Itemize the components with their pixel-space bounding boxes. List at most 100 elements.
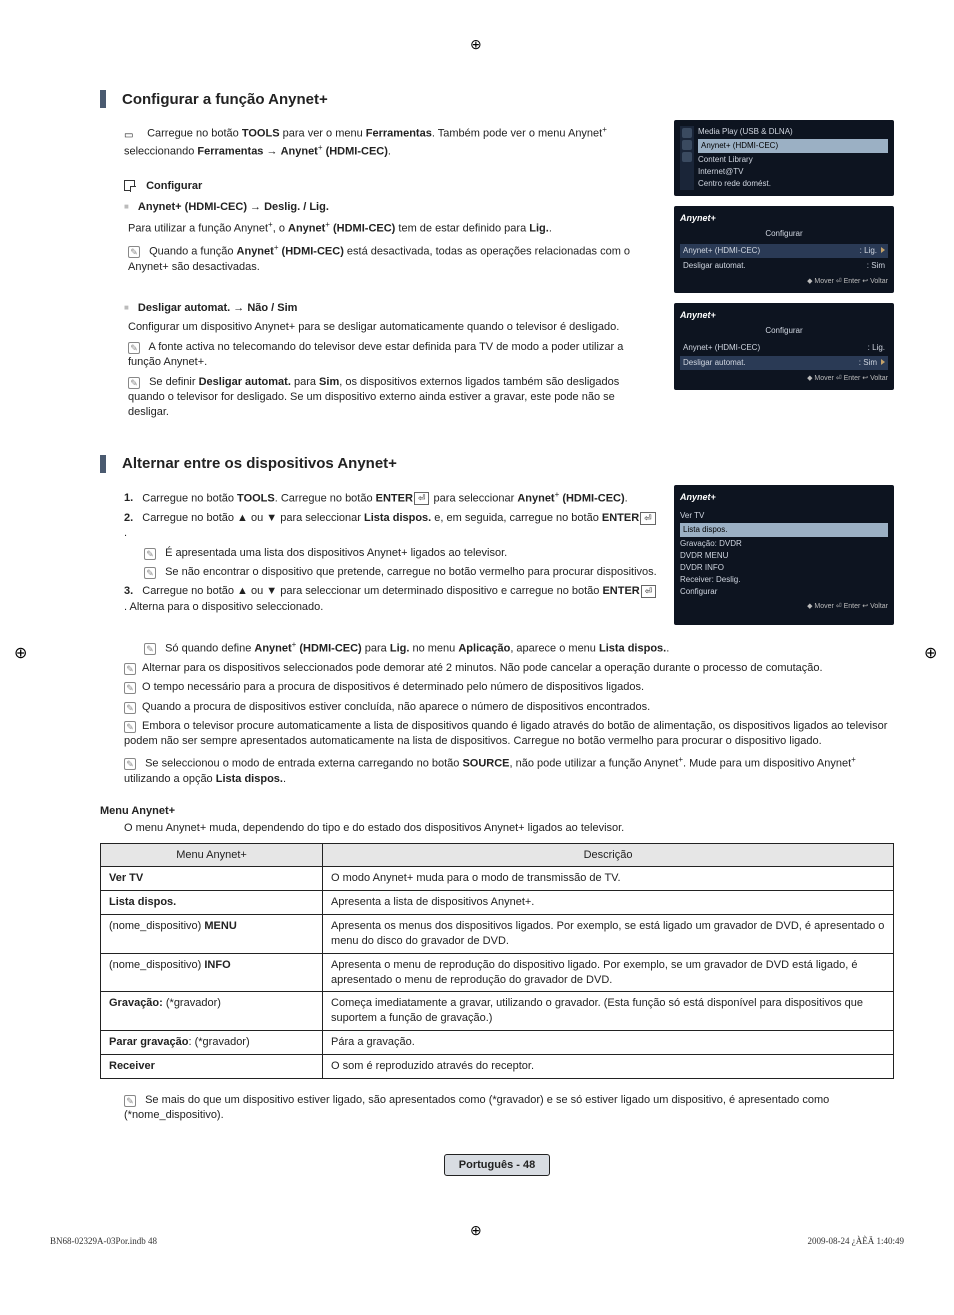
- section-bar: [100, 455, 106, 473]
- cell: Apresenta os menus dos dispositivos liga…: [323, 915, 894, 954]
- cell: O som é reproduzido através do receptor.: [323, 1054, 894, 1078]
- text: .: [283, 773, 286, 785]
- osd-brand: Anynet+: [680, 310, 716, 320]
- cell: Pára a gravação.: [323, 1031, 894, 1055]
- text: no menu: [409, 642, 458, 654]
- menu-anynet-table: Menu Anynet+ Descrição Ver TV O modo Any…: [100, 843, 894, 1079]
- table-header-2: Descrição: [323, 843, 894, 867]
- text: A fonte activa no telecomando do televis…: [128, 341, 623, 368]
- bottom-note-4: ✎Embora o televisor procure automaticame…: [124, 719, 894, 750]
- text-bold: Sim: [319, 376, 339, 388]
- text: Carregue no botão ▲ ou ▼ para selecciona…: [142, 585, 602, 597]
- note-icon: ✎: [124, 721, 136, 733]
- text: , aparece o menu: [510, 642, 599, 654]
- text: Só quando define: [165, 642, 254, 654]
- osd-item: Configurar: [680, 586, 888, 598]
- text: para ver o menu: [280, 128, 366, 140]
- step-3: 3. Carregue no botão ▲ ou ▼ para selecci…: [124, 584, 658, 615]
- text: . Também pode ver o menu Anynet: [432, 128, 602, 140]
- osd-row-selected: Desligar automat. : Sim: [680, 356, 888, 370]
- cell-bold: INFO: [204, 959, 230, 971]
- cell: O modo Anynet+ muda para o modo de trans…: [323, 867, 894, 891]
- section-heading-configurar: Configurar a função Anynet+: [100, 90, 894, 108]
- step-2-note1: ✎ É apresentada uma lista dos dispositiv…: [144, 546, 658, 561]
- text: Se seleccionou o modo de entrada externa…: [145, 757, 462, 769]
- text: Quando a procura de dispositivos estiver…: [142, 701, 650, 713]
- text-bold: SOURCE: [462, 757, 509, 769]
- osd-item: Centro rede domést.: [698, 178, 888, 190]
- triangle-icon: [881, 247, 885, 253]
- osd-head: Configurar: [680, 325, 888, 337]
- text-bold: Aplicação: [458, 642, 510, 654]
- text: Embora o televisor procure automaticamen…: [124, 720, 887, 747]
- table-row: (nome_dispositivo) MENU Apresenta os men…: [101, 915, 894, 954]
- text: para: [291, 376, 319, 388]
- text-bold: ENTER: [602, 512, 639, 524]
- text: Carregue no botão: [147, 128, 242, 140]
- note-icon: ✎: [124, 702, 136, 714]
- text-bold: TOOLS: [237, 492, 275, 504]
- cell-bold: Parar gravação: [109, 1036, 189, 1048]
- table-endnote: ✎ Se mais do que um dispositivo estiver …: [124, 1093, 894, 1124]
- text: .: [124, 527, 127, 539]
- print-crosshair-top: ⊕: [470, 36, 484, 50]
- text: , o: [273, 223, 288, 235]
- menu-intro: O menu Anynet+ muda, dependendo do tipo …: [124, 821, 894, 836]
- text: Para utilizar a função Anynet: [128, 223, 268, 235]
- text: Se não encontrar o dispositivo que prete…: [165, 566, 657, 578]
- text-bold: Lig.: [390, 642, 410, 654]
- text-bold: Anynet: [237, 245, 274, 257]
- text: e, em seguida, carregue no botão: [431, 512, 602, 524]
- text: seleccionando: [124, 146, 197, 158]
- osd-label: Desligar automat.: [683, 260, 746, 272]
- cell-bold: MENU: [204, 920, 236, 932]
- item-desligar-note2: ✎ Se definir Desligar automat. para Sim,…: [128, 375, 658, 421]
- osd-item-selected: Lista dispos.: [680, 523, 888, 537]
- text-bold: Lista dispos.: [364, 512, 431, 524]
- cell: Apresenta a lista de dispositivos Anynet…: [323, 891, 894, 915]
- osd-value: : Lig.: [868, 342, 885, 354]
- item-desligar-line: Configurar um dispositivo Anynet+ para s…: [128, 320, 658, 335]
- item-desligar: ■ Desligar automat. → Não / Sim: [124, 301, 658, 316]
- text-bold: Anynet: [288, 223, 325, 235]
- note-icon: ✎: [124, 663, 136, 675]
- text: →: [263, 146, 280, 158]
- text-bold: Anynet: [281, 146, 318, 158]
- cell: Começa imediatamente a gravar, utilizand…: [323, 992, 894, 1031]
- osd-item: DVDR INFO: [680, 562, 888, 574]
- table-row: (nome_dispositivo) INFO Apresenta o menu…: [101, 953, 894, 992]
- section-bar: [100, 90, 106, 108]
- text-bold: ENTER: [376, 492, 413, 504]
- item-desligar-note1: ✎ A fonte activa no telecomando do telev…: [128, 340, 658, 371]
- osd-value: : Lig.: [860, 246, 877, 255]
- cell: Ver TV: [109, 872, 143, 884]
- osd-brand: Anynet+: [680, 213, 716, 223]
- note-icon: ✎: [124, 758, 136, 770]
- text: . Carregue no botão: [275, 492, 376, 504]
- table-header-1: Menu Anynet+: [101, 843, 323, 867]
- cell: (*gravador): [163, 997, 221, 1009]
- osd-footer: ◆ Mover ⏎ Enter ↩ Voltar: [680, 602, 888, 613]
- text: . Mude para um dispositivo Anynet: [683, 757, 851, 769]
- text-bold: ENTER: [602, 585, 639, 597]
- text: para: [362, 642, 390, 654]
- text: , não pode utilizar a função Anynet: [510, 757, 679, 769]
- enter-icon: ⏎: [414, 492, 430, 505]
- intro-paragraph: ▭ Carregue no botão TOOLS para ver o men…: [124, 124, 658, 160]
- osd-label: Anynet+ (HDMI-CEC): [683, 245, 760, 257]
- text-bold: Anynet: [254, 642, 291, 654]
- print-marker-left: ⊕: [14, 643, 30, 659]
- osd-configurar-1: Anynet+ Configurar Anynet+ (HDMI-CEC) : …: [674, 206, 894, 293]
- text-bold: Lista dispos.: [216, 773, 283, 785]
- note-icon: ✎: [144, 643, 156, 655]
- text-bold: Lista dispos.: [599, 642, 666, 654]
- text-bold: Anynet: [517, 492, 554, 504]
- item-anynet-note: ✎ Quando a função Anynet+ (HDMI-CEC) est…: [128, 242, 658, 275]
- text-bold: TOOLS: [242, 128, 280, 140]
- osd-item: Internet@TV: [698, 166, 888, 178]
- text: O tempo necessário para a procura de dis…: [142, 681, 644, 693]
- osd-label: Desligar automat.: [683, 357, 746, 369]
- tools-icon: ▭: [124, 129, 138, 139]
- text: Alternar para os dispositivos selecciona…: [142, 662, 823, 674]
- table-row: Receiver O som é reproduzido através do …: [101, 1054, 894, 1078]
